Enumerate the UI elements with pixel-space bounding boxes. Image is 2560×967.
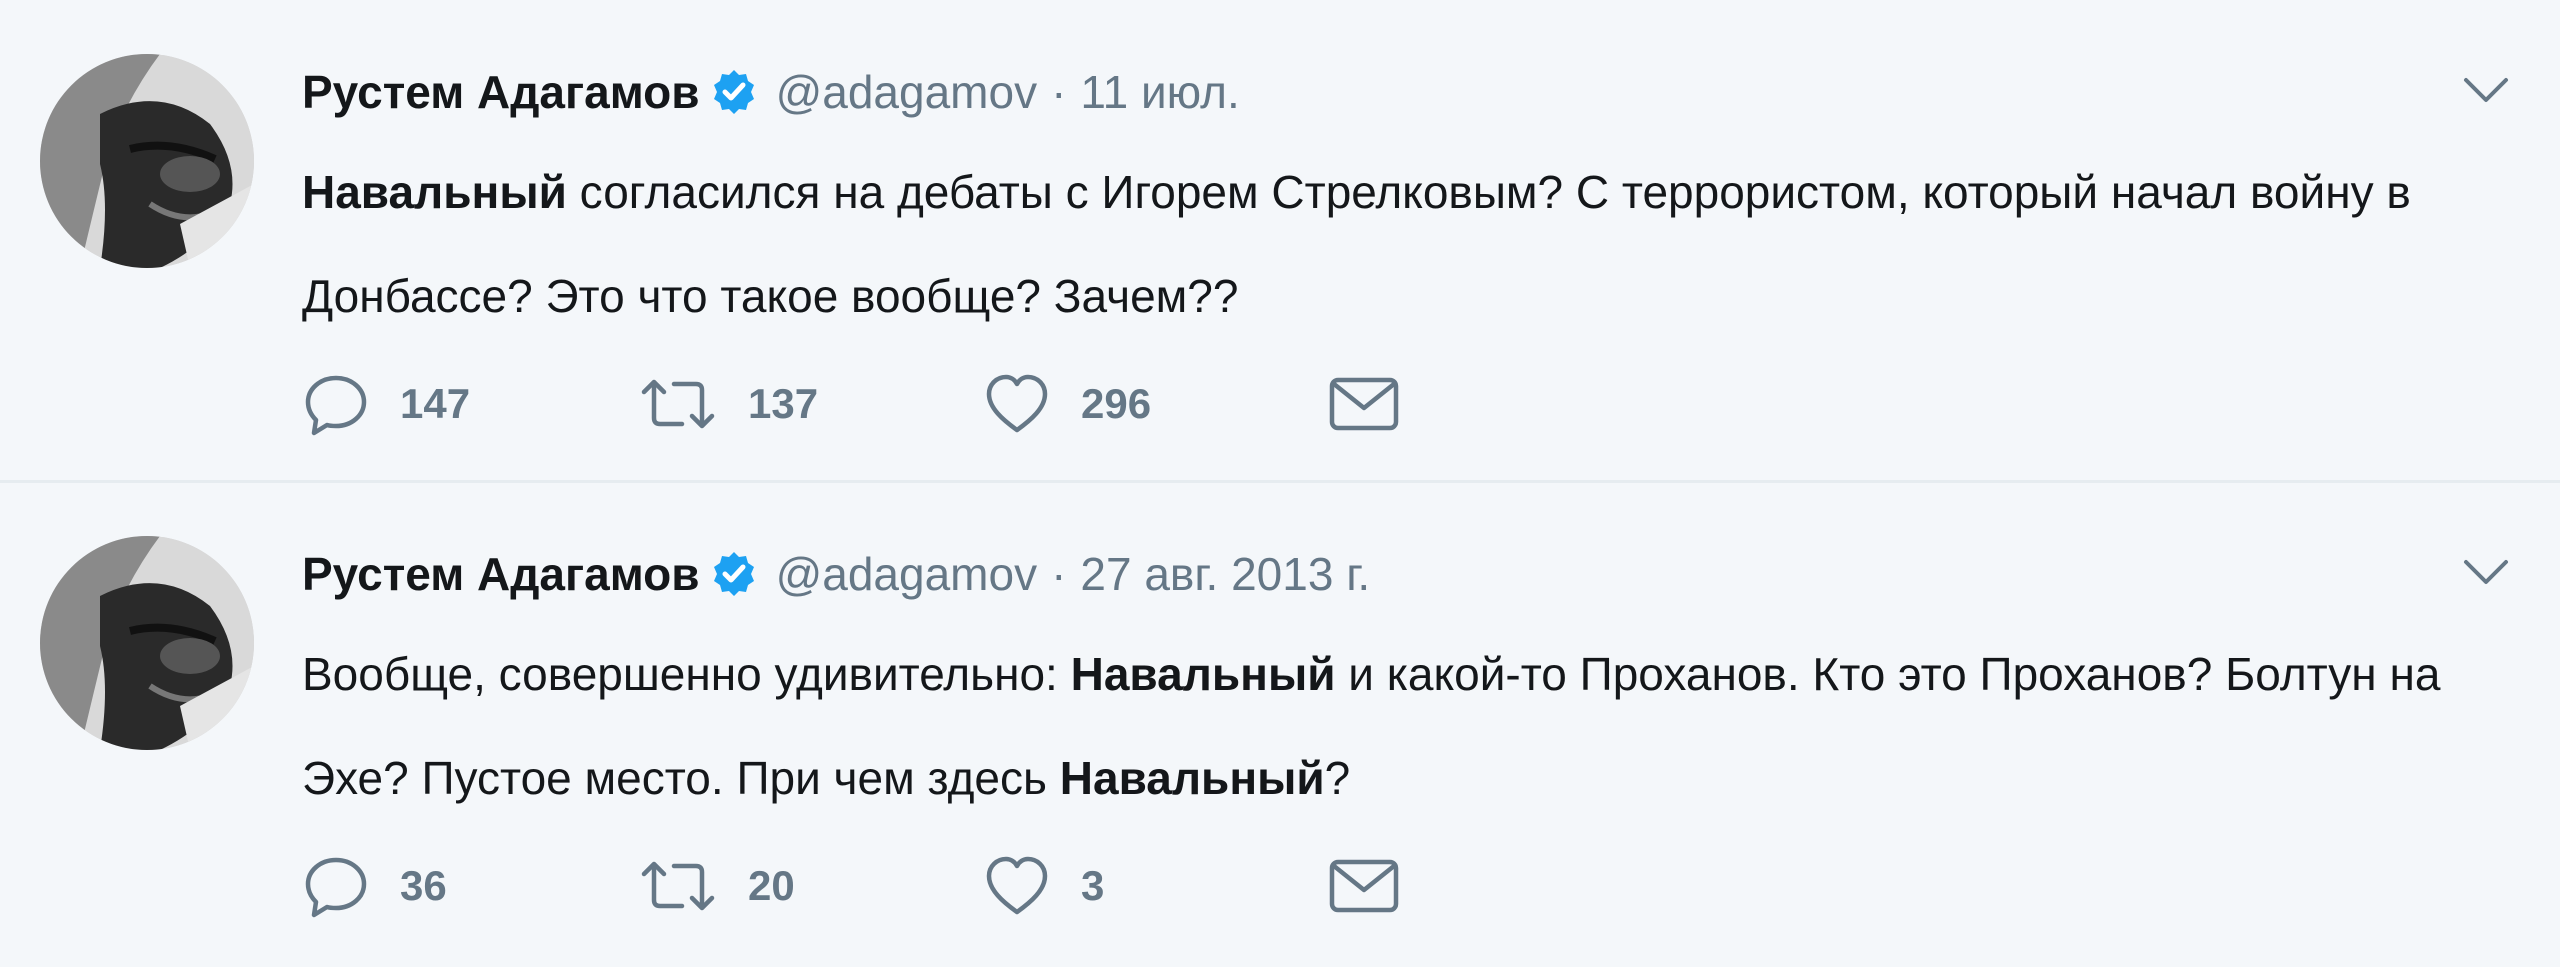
- like-count: 3: [1081, 862, 1105, 909]
- author-name[interactable]: Рустем Адагамов: [302, 542, 700, 606]
- tweet-text-plain: согласился на дебаты с Игорем Стрелковым…: [302, 166, 2411, 322]
- tweet-date[interactable]: 27 авг. 2013 г.: [1080, 542, 1370, 606]
- direct-message-button[interactable]: [1328, 856, 1400, 916]
- like-button[interactable]: 3: [983, 852, 1328, 920]
- heart-icon: [986, 856, 1048, 915]
- avatar[interactable]: [40, 536, 254, 750]
- tweet-date[interactable]: 11 июл.: [1080, 60, 1239, 124]
- reply-button[interactable]: 147: [302, 370, 638, 438]
- chevron-down-icon[interactable]: [2460, 70, 2512, 110]
- retweet-button[interactable]: 137: [638, 370, 983, 438]
- tweet[interactable]: Рустем Адагамов @adagamov · 11 июл. Нава…: [0, 0, 2560, 482]
- retweet-count: 137: [748, 380, 819, 427]
- author-handle[interactable]: @adagamov: [776, 542, 1038, 606]
- tweet-header: Рустем Адагамов @adagamov · 11 июл.: [302, 60, 1240, 124]
- direct-message-button[interactable]: [1328, 374, 1400, 434]
- tweet-text-bold[interactable]: Навальный: [302, 166, 567, 218]
- retweet-button[interactable]: 20: [638, 852, 983, 920]
- tweet[interactable]: Рустем Адагамов @adagamov · 27 авг. 2013…: [0, 482, 2560, 967]
- verified-badge-icon: [710, 68, 758, 116]
- tweet-text-bold[interactable]: Навальный: [1060, 752, 1325, 804]
- tweet-text-plain: ?: [1324, 752, 1351, 804]
- tweet-actions: 147 137 296: [302, 362, 1400, 446]
- avatar-image: [40, 54, 254, 268]
- avatar[interactable]: [40, 54, 254, 268]
- verified-badge-icon: [710, 550, 758, 598]
- tweet-text: Вообще, совершенно удивительно: Навальны…: [302, 622, 2502, 830]
- reply-count: 36: [400, 862, 447, 909]
- avatar-image: [40, 536, 254, 750]
- reply-icon: [305, 857, 367, 918]
- author-handle[interactable]: @adagamov: [776, 60, 1038, 124]
- retweet-icon: [641, 861, 715, 911]
- tweet-timeline: Рустем Адагамов @adagamov · 11 июл. Нава…: [0, 0, 2560, 967]
- like-button[interactable]: 296: [983, 370, 1328, 438]
- heart-icon: [986, 374, 1048, 433]
- envelope-icon: [1329, 859, 1399, 913]
- reply-count: 147: [400, 380, 471, 427]
- tweet-actions: 36 20 3: [302, 844, 1400, 928]
- author-name[interactable]: Рустем Адагамов: [302, 60, 700, 124]
- tweet-text-bold[interactable]: Навальный: [1071, 648, 1336, 700]
- separator-dot: ·: [1051, 548, 1067, 600]
- reply-button[interactable]: 36: [302, 852, 638, 920]
- retweet-count: 20: [748, 862, 795, 909]
- envelope-icon: [1329, 377, 1399, 431]
- tweet-text-plain: Вообще, совершенно удивительно:: [302, 648, 1071, 700]
- like-count: 296: [1081, 380, 1152, 427]
- tweet-text: Навальный согласился на дебаты с Игорем …: [302, 140, 2502, 348]
- chevron-down-icon[interactable]: [2460, 552, 2512, 592]
- reply-icon: [305, 375, 367, 436]
- tweet-header: Рустем Адагамов @adagamov · 27 авг. 2013…: [302, 542, 1370, 606]
- separator-dot: ·: [1051, 66, 1067, 118]
- retweet-icon: [641, 379, 715, 429]
